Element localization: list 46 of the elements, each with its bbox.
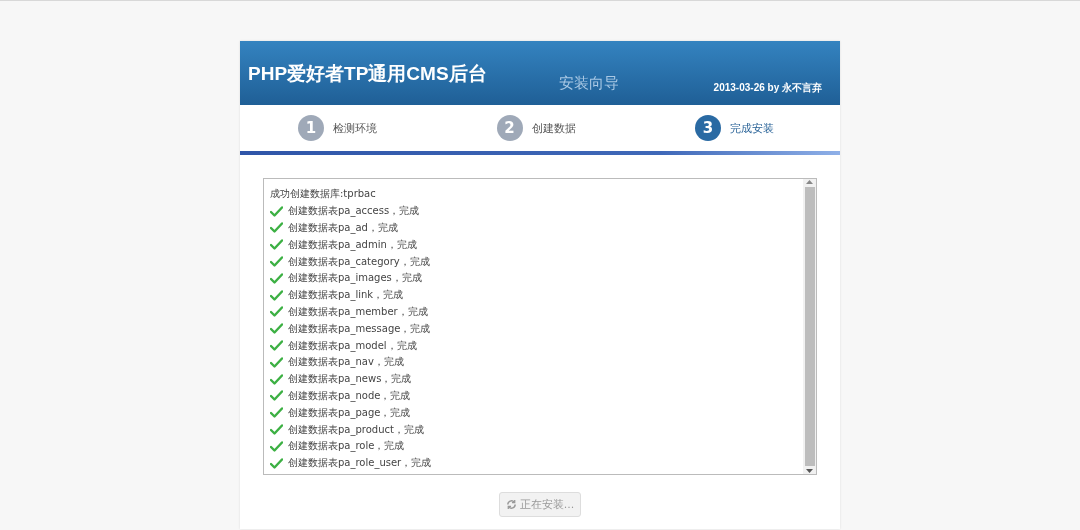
step-label: 完成安装: [730, 120, 774, 136]
log-line: 创建数据表pa_page，完成: [288, 405, 411, 420]
log-line: 创建数据表pa_role，完成: [288, 439, 405, 454]
step-number: 3: [695, 115, 721, 141]
checkmark-icon: [270, 407, 283, 419]
log-line: 创建数据表pa_product，完成: [288, 422, 424, 437]
checkmark-icon: [270, 205, 283, 217]
checkmark-icon: [270, 272, 283, 284]
log-line: 创建数据表pa_role_user，完成: [288, 456, 432, 471]
step-label: 检测环境: [333, 120, 377, 136]
scroll-up-icon[interactable]: [806, 179, 813, 185]
refresh-icon: [505, 499, 517, 510]
wizard-title: 安装向导: [558, 74, 619, 93]
log-line: 创建数据表pa_message，完成: [288, 321, 431, 336]
log-line: 创建数据表pa_model，完成: [288, 338, 417, 353]
checkmark-icon: [270, 222, 283, 234]
scrollbar[interactable]: [803, 179, 816, 474]
log-line: 成功创建数据库:tprbac: [270, 187, 376, 202]
log-line: 创建数据表pa_link，完成: [288, 288, 404, 303]
step-label: 创建数据: [531, 120, 576, 136]
log-line: 创建数据表pa_images，完成: [288, 271, 422, 286]
checkmark-icon: [270, 256, 283, 268]
log-line: 创建数据表pa_member，完成: [288, 304, 428, 319]
checkmark-icon: [270, 356, 283, 368]
checkmark-icon: [270, 340, 283, 352]
step-number: 2: [496, 115, 523, 141]
checkmark-icon: [270, 390, 283, 402]
log-line: 创建数据表pa_node，完成: [288, 388, 411, 403]
checkmark-icon: [270, 440, 283, 452]
checkmark-icon: [270, 289, 283, 301]
checkmark-icon: [270, 306, 283, 318]
scroll-down-icon[interactable]: [806, 468, 813, 474]
checkmark-icon: [270, 424, 283, 436]
checkmark-icon: [270, 373, 283, 385]
log-line: 创建数据表pa_ad，完成: [288, 221, 398, 235]
log-line: 创建数据表pa_access，完成: [288, 204, 420, 219]
log-line: 创建数据表pa_news，完成: [288, 372, 412, 387]
step-number: 1: [298, 115, 324, 141]
log-line: 创建数据表pa_nav，完成: [288, 355, 404, 370]
credit-text: 2013-03-26 by 永不言弃: [713, 81, 822, 95]
checkmark-icon: [270, 457, 283, 469]
checkmark-icon: [270, 239, 283, 251]
log-line: 创建数据表pa_admin，完成: [288, 237, 417, 252]
app-title: PHP爱好者TP通用CMS后台: [248, 62, 487, 86]
log-line: 创建数据表pa_category，完成: [288, 254, 430, 269]
checkmark-icon: [270, 323, 283, 335]
